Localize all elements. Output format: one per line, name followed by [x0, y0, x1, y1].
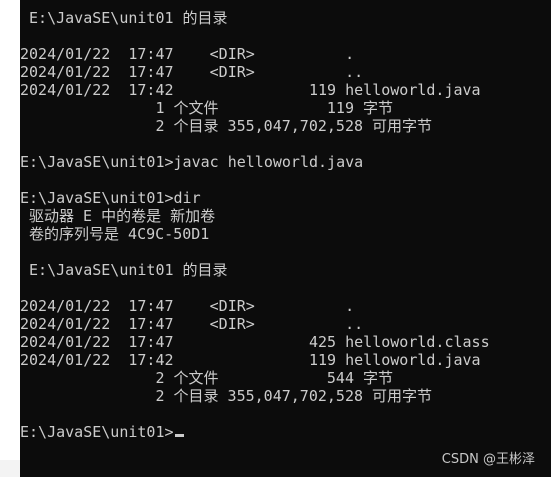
left-gutter [0, 0, 20, 477]
output-line: 2024/01/22 17:47 <DIR> . [20, 45, 355, 63]
text-cursor [174, 434, 184, 437]
output-line: 驱动器 E 中的卷是 新加卷 [20, 207, 216, 225]
terminal-window[interactable]: E:\JavaSE\unit01 的目录 2024/01/22 17:47 <D… [20, 0, 551, 477]
output-line: 卷的序列号是 4C9C-50D1 [20, 225, 210, 243]
watermark: CSDN @王彬泽 [441, 452, 535, 467]
output-line: 2024/01/22 17:47 <DIR> . [20, 297, 355, 315]
output-line [20, 135, 490, 153]
output-line [20, 243, 490, 261]
output-line: 2 个文件 544 字节 [20, 369, 394, 387]
output-line: 2 个目录 355,047,702,528 可用字节 [20, 117, 433, 135]
output-line: E:\JavaSE\unit01 的目录 [20, 9, 228, 27]
output-line: 2024/01/22 17:47 425 helloworld.class [20, 333, 490, 351]
prompt-line[interactable]: E:\JavaSE\unit01> [20, 423, 490, 441]
output-line [20, 405, 490, 423]
output-line: E:\JavaSE\unit01 的目录 [20, 261, 228, 279]
output-line: 2024/01/22 17:47 <DIR> .. [20, 315, 364, 333]
output-line: 2 个目录 355,047,702,528 可用字节 [20, 387, 433, 405]
output-line: 1 个文件 119 字节 [20, 99, 394, 117]
output-line: 2024/01/22 17:42 119 helloworld.java [20, 81, 481, 99]
prompt-text: E:\JavaSE\unit01> [20, 423, 174, 441]
output-line [20, 279, 490, 297]
output-line: 2024/01/22 17:47 <DIR> .. [20, 63, 364, 81]
output-line [20, 171, 490, 189]
gutter-edge [0, 460, 20, 477]
output-line [20, 27, 490, 45]
terminal-output: E:\JavaSE\unit01 的目录 2024/01/22 17:47 <D… [20, 9, 490, 441]
command-line: E:\JavaSE\unit01>javac helloworld.java [20, 153, 364, 171]
output-line: 2024/01/22 17:42 119 helloworld.java [20, 351, 481, 369]
command-line: E:\JavaSE\unit01>dir [20, 189, 201, 207]
